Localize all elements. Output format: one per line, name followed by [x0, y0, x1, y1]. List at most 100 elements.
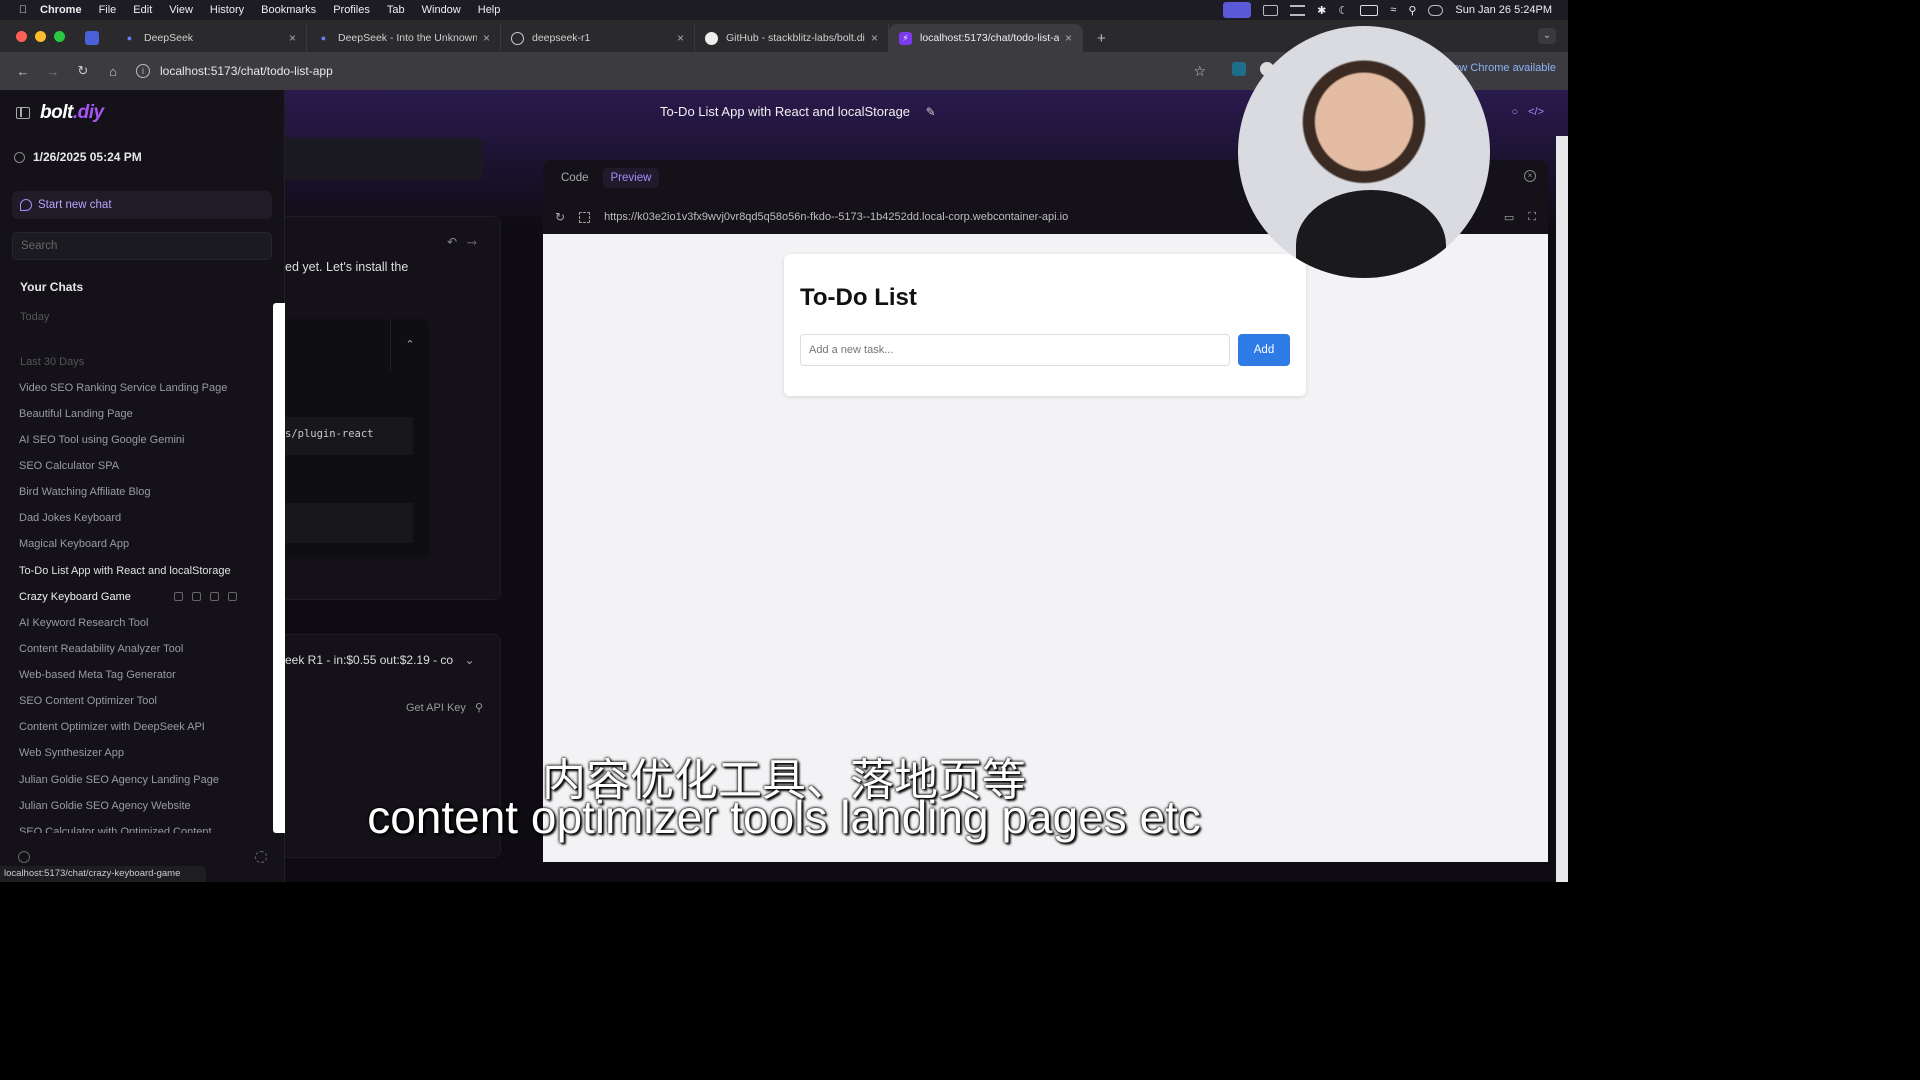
sidebar-toggle-icon[interactable] [16, 107, 30, 119]
chat-item-active[interactable]: To-Do List App with React and localStora… [19, 565, 239, 577]
tab-label: GitHub - stackblitz-labs/bolt.diy [726, 32, 865, 44]
menu-tab[interactable]: Tab [387, 4, 405, 16]
close-tab-icon[interactable]: × [483, 31, 490, 45]
chat-item[interactable]: Content Readability Analyzer Tool [19, 643, 239, 655]
subtitle-english: content optimizer tools landing pages et… [367, 791, 1201, 843]
chat-item[interactable]: Dad Jokes Keyboard [19, 512, 239, 524]
close-workbench-icon[interactable]: × [1524, 170, 1536, 182]
reload-icon[interactable]: ↻ [76, 63, 90, 79]
menubar-list-icon[interactable] [1290, 4, 1306, 16]
screen-share-icon[interactable] [1223, 2, 1252, 18]
chat-item[interactable]: AI Keyword Research Tool [19, 617, 239, 629]
edit-pencil-icon[interactable]: ✎ [926, 105, 936, 119]
datetime-text: 1/26/2025 05:24 PM [33, 150, 142, 164]
tab-deepseek-r1[interactable]: deepseek-r1 × [501, 24, 695, 52]
tab-deepseek-unknown[interactable]: ● DeepSeek - Into the Unknown × [307, 24, 501, 52]
apple-icon[interactable]:  [16, 4, 30, 16]
forward-arrow-icon[interactable]: → [46, 64, 60, 79]
menubar-clock[interactable]: Sun Jan 26 5:24PM [1455, 4, 1552, 16]
logo-row: bolt.diy [16, 102, 104, 124]
bookmark-star-icon[interactable]: ☆ [1193, 63, 1206, 80]
theme-toggle-sun-icon[interactable] [255, 851, 267, 863]
tab-groups-icon[interactable] [85, 31, 99, 45]
menu-app-name[interactable]: Chrome [40, 4, 82, 16]
project-title-text: To-Do List App with React and localStora… [660, 104, 911, 119]
element-selector-icon[interactable] [579, 211, 591, 223]
header-actions: ○ </> [1511, 106, 1544, 118]
control-center-icon[interactable] [1428, 4, 1444, 16]
menu-edit[interactable]: Edit [133, 4, 152, 16]
close-tab-icon[interactable]: × [871, 31, 878, 45]
message-actions: ↶ ⤑ [447, 235, 477, 250]
command-code-2 [285, 503, 413, 543]
close-tab-icon[interactable]: × [677, 31, 684, 45]
chat-item-hovered[interactable]: Crazy Keyboard Game [19, 591, 139, 603]
start-new-chat-button[interactable]: Start new chat [12, 191, 272, 219]
preview-reload-icon[interactable]: ↻ [555, 210, 565, 224]
get-api-key-link[interactable]: Get API Key ⚲ [406, 701, 483, 714]
settings-gear-icon[interactable] [18, 851, 30, 863]
battery-icon[interactable] [1360, 4, 1379, 16]
fullscreen-icon[interactable]: ⛶ [1528, 211, 1536, 224]
chat-item[interactable]: Content Optimizer with DeepSeek API [19, 721, 239, 733]
search-input[interactable]: Search [12, 232, 272, 260]
chat-item[interactable]: Bird Watching Affiliate Blog [19, 486, 239, 498]
site-info-icon[interactable]: i [136, 64, 150, 78]
bluetooth-icon[interactable]: ✱ [1317, 4, 1326, 17]
tab-label: DeepSeek - Into the Unknown [338, 32, 477, 44]
undo-icon[interactable]: ↶ [447, 235, 457, 250]
extension-1-icon[interactable] [1232, 62, 1246, 76]
model-selector[interactable]: eek R1 - in:$0.55 out:$2.19 - co ⌄ [285, 653, 475, 667]
chat-item[interactable]: Video SEO Ranking Service Landing Page [19, 382, 239, 394]
menu-window[interactable]: Window [422, 4, 461, 16]
chat-item[interactable]: Web-based Meta Tag Generator [19, 669, 239, 681]
wifi-icon[interactable]: ≈ [1390, 4, 1396, 16]
fork-icon[interactable]: ⤑ [467, 235, 477, 250]
chat-item[interactable]: AI SEO Tool using Google Gemini [19, 434, 239, 446]
close-window-button[interactable] [16, 30, 27, 42]
tab-github-bolt[interactable]: GitHub - stackblitz-labs/bolt.diy × [695, 24, 889, 52]
chevron-up-icon[interactable]: ⌃ [390, 319, 429, 371]
tab-label: deepseek-r1 [532, 32, 591, 44]
chat-item[interactable]: Magical Keyboard App [19, 538, 239, 550]
chat-item[interactable]: SEO Calculator SPA [19, 460, 239, 472]
chat-item[interactable]: SEO Content Optimizer Tool [19, 695, 239, 707]
bolt-diy-logo[interactable]: bolt.diy [40, 102, 104, 124]
rename-pencil-icon[interactable] [210, 592, 219, 601]
chat-item[interactable]: Beautiful Landing Page [19, 408, 239, 420]
new-tab-plus-icon[interactable]: + [1097, 24, 1106, 52]
duplicate-icon[interactable] [192, 592, 201, 601]
spotlight-search-icon[interactable]: ⚲ [1408, 4, 1416, 17]
new-task-input[interactable] [800, 334, 1230, 366]
delete-trash-icon[interactable] [228, 592, 237, 601]
address-bar[interactable]: i localhost:5173/chat/todo-list-app ☆ [132, 56, 1212, 86]
moon-icon[interactable]: ☾ [1338, 4, 1348, 17]
menubar-app-icon[interactable] [1263, 4, 1279, 16]
preview-url[interactable]: https://k03e2io1v3fx9wvj0vr8qd5q58o56n-f… [604, 211, 1068, 223]
tab-search-chevron-icon[interactable]: ⌄ [1538, 28, 1556, 44]
add-task-button[interactable]: Add [1238, 334, 1290, 366]
tab-preview[interactable]: Preview [602, 168, 660, 188]
menu-help[interactable]: Help [478, 4, 501, 16]
close-tab-icon[interactable]: × [289, 31, 296, 45]
menu-history[interactable]: History [210, 4, 244, 16]
menu-file[interactable]: File [99, 4, 117, 16]
back-arrow-icon[interactable]: ← [16, 64, 30, 79]
chat-toggle-icon[interactable]: ○ [1511, 106, 1518, 118]
tab-localhost-todo[interactable]: ⚡ localhost:5173/chat/todo-list-app × [889, 24, 1083, 52]
menu-bookmarks[interactable]: Bookmarks [261, 4, 316, 16]
export-icon[interactable] [174, 592, 183, 601]
workbench-tabs: Code Preview [553, 168, 660, 188]
menu-profiles[interactable]: Profiles [333, 4, 370, 16]
tab-deepseek[interactable]: ● DeepSeek × [113, 24, 307, 52]
device-mode-icon[interactable]: ▭ [1504, 211, 1514, 224]
address-bar-url[interactable]: localhost:5173/chat/todo-list-app [160, 64, 333, 78]
menu-view[interactable]: View [169, 4, 193, 16]
close-tab-icon[interactable]: × [1065, 31, 1072, 45]
tab-code[interactable]: Code [553, 168, 597, 188]
code-toggle-icon[interactable]: </> [1528, 106, 1544, 118]
window-controls [16, 20, 65, 52]
maximize-window-button[interactable] [54, 30, 65, 42]
home-icon[interactable]: ⌂ [106, 64, 120, 79]
minimize-window-button[interactable] [35, 30, 46, 42]
